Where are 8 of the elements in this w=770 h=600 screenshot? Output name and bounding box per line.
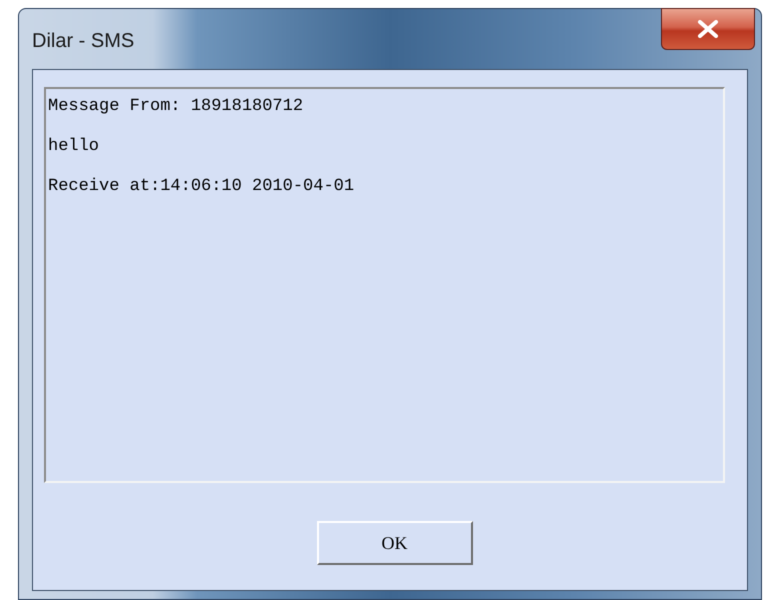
message-line: Message From: 18918180712 — [48, 97, 304, 117]
message-line: Receive at:14:06:10 2010-04-01 — [48, 177, 356, 197]
close-icon — [697, 20, 719, 38]
message-line: hello — [48, 137, 100, 157]
message-box[interactable]: Message From: 18918180712 hello Receive at:14:06:10 2010-04-01 — [44, 87, 725, 483]
ok-button[interactable]: OK — [316, 521, 472, 565]
window-title: Dilar - SMS — [32, 29, 134, 54]
close-button[interactable] — [661, 8, 755, 50]
